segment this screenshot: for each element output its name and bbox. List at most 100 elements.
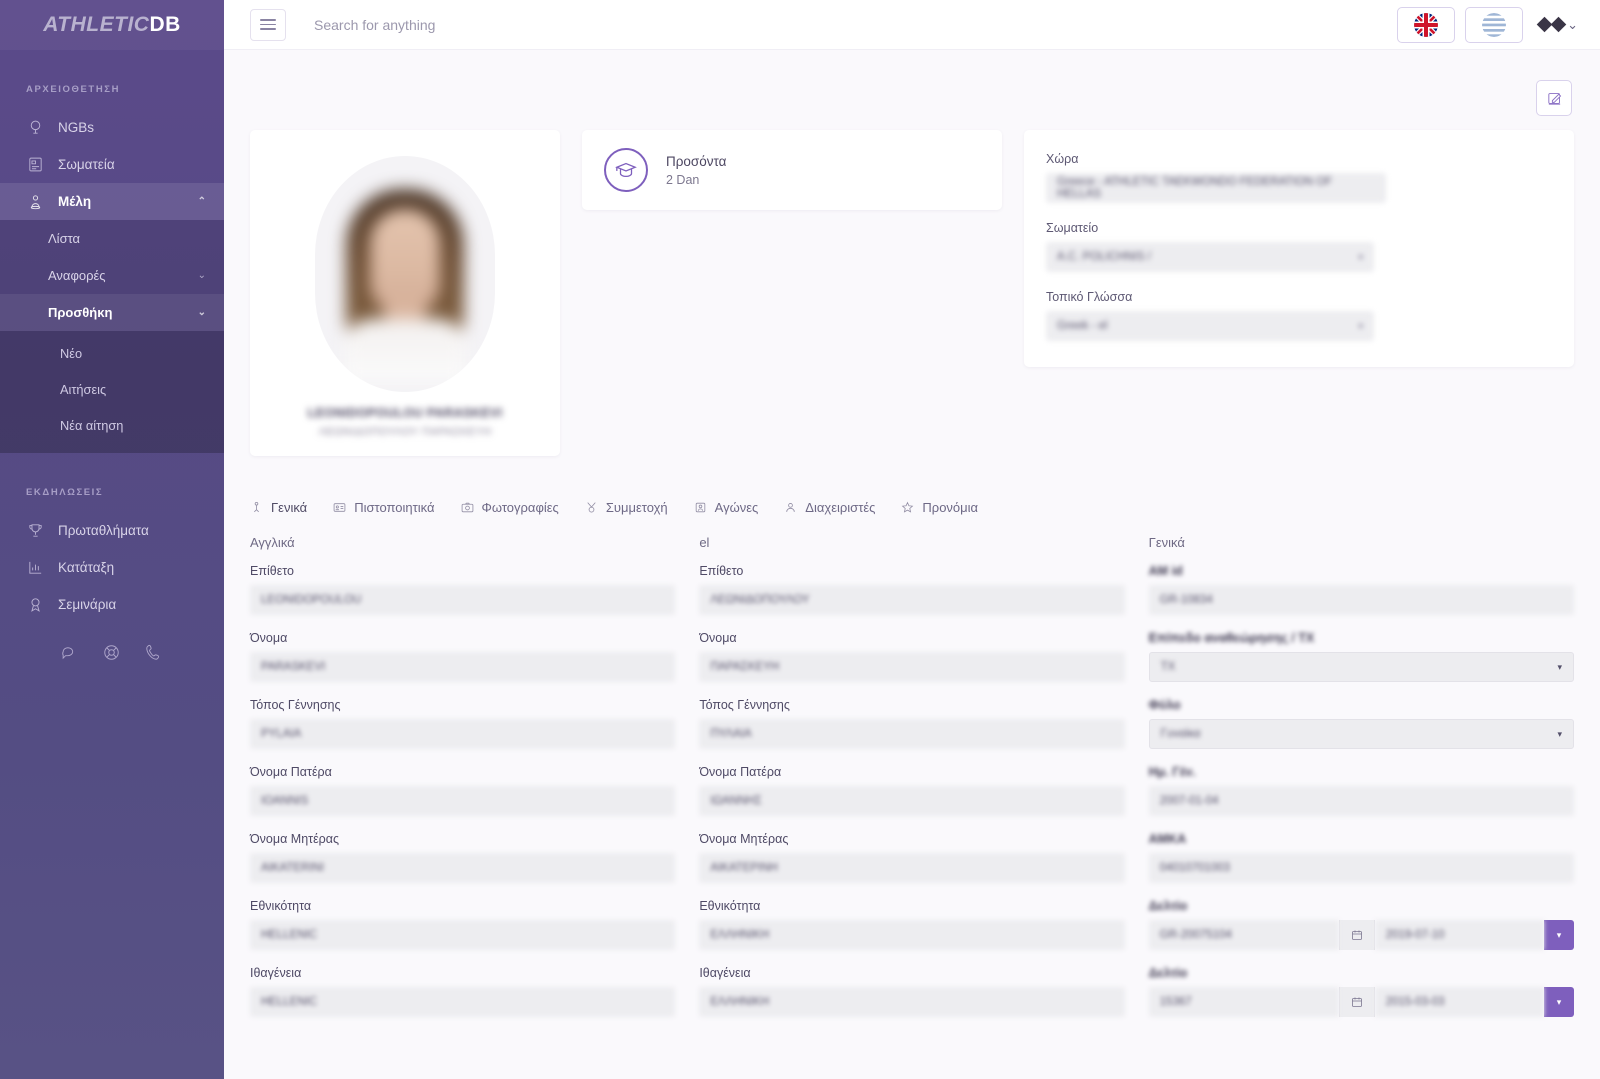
calendar-icon[interactable]	[1338, 987, 1375, 1017]
phone-icon[interactable]	[144, 643, 164, 663]
club-select[interactable]: A.C. POLICHNIS / ▾	[1046, 242, 1374, 272]
revision-level-select[interactable]: ΤΧ ▾	[1148, 652, 1574, 682]
sidebar-item-applications[interactable]: Αιτήσεις	[0, 371, 224, 407]
member-id-input[interactable]: GR-10834	[1148, 585, 1574, 615]
form-row: Ιθαγένεια ΕΛΛΗΝΙΚΗ	[699, 966, 1125, 1017]
tab-participation[interactable]: Συμμετοχή	[585, 500, 668, 523]
sidebar-item-members[interactable]: Μέλη ⌃	[0, 183, 224, 220]
club-select-value: A.C. POLICHNIS /	[1057, 251, 1151, 263]
country-field-group: Χώρα Greece - ATHLETIC TAEKWONDO FEDERAT…	[1046, 152, 1548, 203]
chat-icon[interactable]	[60, 643, 80, 663]
mothername-en-input[interactable]: AIKATERINI	[250, 853, 676, 883]
person-icon	[250, 501, 264, 515]
sidebar-item-list[interactable]: Λίστα	[0, 220, 224, 257]
birthplace-en-input[interactable]: PYLAIA	[250, 719, 676, 749]
chevron-down-icon: ▾	[1358, 320, 1363, 331]
tab-label: Γενικά	[271, 500, 308, 515]
tab-privileges[interactable]: Προνόμια	[901, 500, 978, 523]
field-label: Επίπεδο αναθεώρησης / ΤΧ	[1148, 631, 1315, 645]
globe-icon	[26, 119, 44, 137]
language-switch-button[interactable]	[1397, 6, 1456, 43]
brand-logo[interactable]: ATHLETICDB	[0, 0, 224, 50]
form-row: ΑΜΚΑ 04010701003	[1148, 832, 1574, 883]
bar-chart-icon	[26, 559, 44, 577]
sidebar-item-championships[interactable]: Πρωταθλήματα	[0, 512, 224, 549]
mothername-el-input[interactable]: ΑΙΚΑΤΕΡΙΝΗ	[699, 853, 1125, 883]
field-label: Εθνικότητα	[699, 899, 761, 913]
member-name-latin: LEONIDOPOULOU PARASKEVI	[307, 406, 503, 420]
tab-label: Προνόμια	[922, 500, 979, 515]
tab-general[interactable]: Γενικά	[250, 500, 307, 523]
page-content: LEONIDOPOULOU PARASKEVI ΛΕΩΝΙΔΟΠΟΥΛΟΥ ΠΑ…	[224, 50, 1600, 1079]
firstname-el-input[interactable]: ΠΑΡΑΣΚΕΥΗ	[699, 652, 1125, 682]
form-row: Ημ. Γέν. 2007-01-04	[1148, 765, 1574, 816]
gender-select[interactable]: Γυναίκα ▾	[1148, 719, 1574, 749]
amka-input[interactable]: 04010701003	[1148, 853, 1574, 883]
form-column-greek: el Επίθετο ΛΕΩΝΙΔΟΠΟΥΛΟΥ Όνομα ΠΑΡΑΣΚΕΥΗ Τ…	[699, 535, 1125, 1033]
card2-dropdown-button[interactable]: ▾	[1543, 987, 1574, 1017]
tab-label: Συμμετοχή	[605, 500, 668, 515]
country-input[interactable]: Greece - ATHLETIC TAEKWONDO FEDERATION O…	[1046, 173, 1386, 203]
sidebar-item-new-application[interactable]: Νέα αίτηση	[0, 407, 224, 443]
card-date-input[interactable]: 2019-07-10	[1374, 920, 1544, 950]
sidebar-item-ngbs[interactable]: NGBs	[0, 109, 224, 146]
sidebar-submenu-add: Νέο Αιτήσεις Νέα αίτηση	[0, 331, 224, 453]
profile-cards-row: LEONIDOPOULOU PARASKEVI ΛΕΩΝΙΔΟΠΟΥΛΟΥ ΠΑ…	[224, 116, 1600, 456]
diamond-icon	[1550, 16, 1567, 33]
top-bar: ⌄	[224, 0, 1600, 50]
sidebar-item-label: Σεμινάρια	[58, 597, 117, 612]
sidebar-item-ranking[interactable]: Κατάταξη	[0, 549, 224, 586]
graduation-cap-icon	[604, 148, 648, 192]
ethnicity-el-input[interactable]: ΕΛΛΗΝΙΚΗ	[699, 920, 1125, 950]
field-label: Ιθαγένεια	[250, 966, 302, 980]
card2-number-input[interactable]: 15367	[1148, 987, 1339, 1017]
form-row: Δελτίο GR-20075104 2019-07-10 ▾	[1148, 899, 1574, 950]
lifebuoy-icon[interactable]	[102, 643, 122, 663]
country-switch-button[interactable]	[1465, 6, 1524, 43]
calendar-icon[interactable]	[1338, 920, 1375, 950]
menu-toggle-button[interactable]	[250, 8, 286, 41]
firstname-en-input[interactable]: PARASKEVI	[250, 652, 676, 682]
field-label: Φύλο	[1148, 698, 1181, 712]
sidebar-item-label: Προσθήκη	[48, 305, 113, 320]
card2-date-input[interactable]: 2015-03-03	[1374, 987, 1544, 1017]
country-label: Χώρα	[1046, 152, 1079, 166]
fathername-en-input[interactable]: IOANNIS	[250, 786, 676, 816]
tab-label: Διαχειριστές	[805, 500, 876, 515]
fathername-el-input[interactable]: ΙΩΑΝΝΗΣ	[699, 786, 1125, 816]
sidebar-item-label: Λίστα	[48, 231, 81, 246]
ethnicity-en-input[interactable]: HELLENIC	[250, 920, 676, 950]
lastname-el-input[interactable]: ΛΕΩΝΙΔΟΠΟΥΛΟΥ	[699, 585, 1125, 615]
citizenship-el-input[interactable]: ΕΛΛΗΝΙΚΗ	[699, 987, 1125, 1017]
page-toolbar	[224, 50, 1600, 116]
birthdate-input[interactable]: 2007-01-04	[1148, 786, 1574, 816]
field-label: Όνομα	[250, 631, 288, 645]
tab-certificates[interactable]: Πιστοποιητικά	[333, 500, 435, 523]
camera-icon	[461, 501, 475, 515]
search-input[interactable]	[314, 16, 1388, 33]
birthplace-el-input[interactable]: ΠΥΛΑΙΑ	[699, 719, 1125, 749]
card-dropdown-button[interactable]: ▾	[1543, 920, 1574, 950]
sidebar-item-add[interactable]: Προσθήκη ⌄	[0, 294, 224, 331]
tab-photos[interactable]: Φωτογραφίες	[461, 500, 559, 523]
sidebar-item-reports[interactable]: Αναφορές ⌄	[0, 257, 224, 294]
form-row: Ιθαγένεια HELLENIC	[250, 966, 676, 1017]
select-value: Γυναίκα	[1160, 728, 1201, 740]
user-menu-button[interactable]: ⌄	[1536, 16, 1578, 33]
lastname-en-input[interactable]: LEONIDOPOULOU	[250, 585, 676, 615]
tab-administrators[interactable]: Διαχειριστές	[784, 500, 875, 523]
edit-button[interactable]	[1536, 80, 1572, 116]
locale-select[interactable]: Greek - el ▾	[1046, 311, 1374, 341]
locale-label: Τοπικό Γλώσσα	[1046, 290, 1133, 304]
club-label: Σωματείο	[1046, 221, 1099, 235]
card-number-input[interactable]: GR-20075104	[1148, 920, 1339, 950]
sidebar-item-clubs[interactable]: Σωματεία	[0, 146, 224, 183]
member-pin-icon	[26, 193, 44, 211]
citizenship-en-input[interactable]: HELLENIC	[250, 987, 676, 1017]
sidebar-item-new[interactable]: Νέο	[0, 335, 224, 371]
sidebar-item-seminars[interactable]: Σεμινάρια	[0, 586, 224, 623]
tab-contests[interactable]: Αγώνες	[694, 500, 758, 523]
sidebar-section-events: ΕΚΔΗΛΩΣΕΙΣ	[26, 487, 104, 498]
avatar	[330, 179, 480, 381]
form-row: Όνομα Πατέρα IOANNIS	[250, 765, 676, 816]
